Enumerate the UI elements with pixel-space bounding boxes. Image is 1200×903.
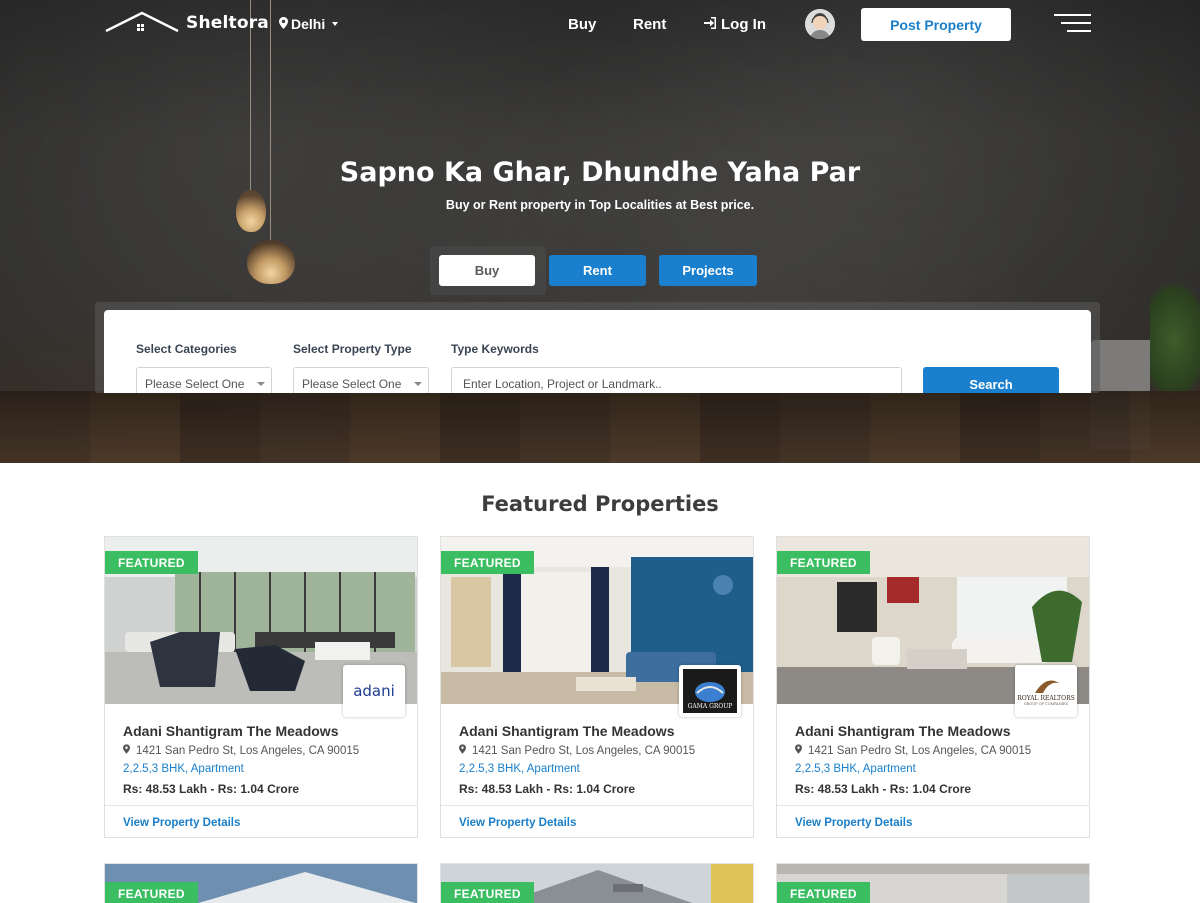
builder-logo: adani xyxy=(343,665,405,717)
featured-badge: FEATURED xyxy=(105,551,198,574)
property-price: Rs: 48.53 Lakh - Rs: 1.04 Crore xyxy=(459,782,636,796)
address-text: 1421 San Pedro St, Los Angeles, CA 90015 xyxy=(472,744,696,757)
property-address: 1421 San Pedro St, Los Angeles, CA 90015 xyxy=(459,744,695,757)
keywords-input[interactable]: Enter Location, Project or Landmark.. xyxy=(451,367,902,393)
property-title[interactable]: Adani Shantigram The Meadows xyxy=(459,723,674,739)
property-title[interactable]: Adani Shantigram The Meadows xyxy=(795,723,1010,739)
property-type: 2,2.5,3 BHK, Apartment xyxy=(123,763,244,775)
view-details-link[interactable]: View Property Details xyxy=(123,817,240,829)
divider xyxy=(777,805,1089,806)
property-address: 1421 San Pedro St, Los Angeles, CA 90015 xyxy=(795,744,1031,757)
address-text: 1421 San Pedro St, Los Angeles, CA 90015 xyxy=(808,744,1032,757)
city-selector[interactable]: Delhi xyxy=(279,16,339,32)
chevron-down-icon xyxy=(414,382,422,386)
map-pin-icon xyxy=(459,744,466,757)
property-price: Rs: 48.53 Lakh - Rs: 1.04 Crore xyxy=(123,782,300,796)
divider xyxy=(105,805,417,806)
tab-rent[interactable]: Rent xyxy=(549,255,646,286)
view-details-link[interactable]: View Property Details xyxy=(795,817,912,829)
property-card[interactable]: FEATURED xyxy=(440,863,754,903)
address-text: 1421 San Pedro St, Los Angeles, CA 90015 xyxy=(136,744,360,757)
property-type-select-value: Please Select One xyxy=(302,377,402,391)
hamburger-menu-icon[interactable] xyxy=(1054,14,1091,34)
city-label: Delhi xyxy=(291,16,326,32)
hero-section: Sheltora Delhi Buy Rent Log In Post Prop… xyxy=(0,0,1200,463)
property-type-label: Select Property Type xyxy=(293,342,412,356)
nav-login-link[interactable]: Log In xyxy=(704,16,766,33)
top-nav: Sheltora Delhi Buy Rent Log In Post Prop… xyxy=(0,0,1200,48)
map-pin-icon xyxy=(795,744,802,757)
plant xyxy=(1150,280,1200,400)
search-button[interactable]: Search xyxy=(923,367,1059,393)
chevron-down-icon xyxy=(332,22,339,26)
map-pin-icon xyxy=(123,744,130,757)
property-card[interactable]: FEATURED GAMA GROUP Adani Shantigram The… xyxy=(440,536,754,838)
builder-logo-text: ROYAL REALTORS xyxy=(1017,694,1075,702)
brand-name: Sheltora xyxy=(186,13,269,33)
builder-logo: ROYAL REALTORS GROUP OF COMPANIES xyxy=(1015,665,1077,717)
keywords-label: Type Keywords xyxy=(451,342,539,356)
builder-logo-text: GAMA GROUP xyxy=(687,703,733,710)
home-roof-logo-icon xyxy=(104,11,180,35)
property-card[interactable]: FEATURED adani Adani Shantigram The Mead… xyxy=(104,536,418,838)
logo[interactable]: Sheltora xyxy=(104,11,269,35)
hero-headline: Sapno Ka Ghar, Dhundhe Yaha Par xyxy=(339,157,861,188)
builder-logo-text: adani xyxy=(353,682,395,700)
gama-logo-mark: GAMA GROUP xyxy=(683,669,737,713)
property-type-select[interactable]: Please Select One xyxy=(293,367,429,393)
floor xyxy=(0,391,1200,463)
featured-badge: FEATURED xyxy=(777,551,870,574)
builder-logo: GAMA GROUP xyxy=(679,665,741,717)
post-property-button[interactable]: Post Property xyxy=(861,8,1011,41)
featured-badge: FEATURED xyxy=(441,551,534,574)
nav-buy-link[interactable]: Buy xyxy=(568,16,596,33)
login-label: Log In xyxy=(721,16,766,33)
divider xyxy=(441,805,753,806)
property-card[interactable]: FEATURED ROYAL REALTORS GROUP OF COMPANI… xyxy=(776,536,1090,838)
nav-rent-link[interactable]: Rent xyxy=(633,16,666,33)
property-price: Rs: 48.53 Lakh - Rs: 1.04 Crore xyxy=(795,782,972,796)
property-address: 1421 San Pedro St, Los Angeles, CA 90015 xyxy=(123,744,359,757)
featured-title: Featured Properties xyxy=(481,492,719,516)
avatar-headset-icon[interactable] xyxy=(805,9,835,39)
builder-logo-subtext: GROUP OF COMPANIES xyxy=(1023,701,1069,706)
chevron-down-icon xyxy=(257,382,265,386)
property-title[interactable]: Adani Shantigram The Meadows xyxy=(123,723,338,739)
view-details-link[interactable]: View Property Details xyxy=(459,817,576,829)
property-type: 2,2.5,3 BHK, Apartment xyxy=(795,763,916,775)
login-icon xyxy=(704,16,716,33)
pendant-lamp xyxy=(247,240,295,284)
property-type: 2,2.5,3 BHK, Apartment xyxy=(459,763,580,775)
search-panel: Select Categories Please Select One Sele… xyxy=(104,310,1091,393)
categories-label: Select Categories xyxy=(136,342,237,356)
royal-logo-mark: ROYAL REALTORS GROUP OF COMPANIES xyxy=(1017,677,1075,706)
categories-select[interactable]: Please Select One xyxy=(136,367,272,393)
tab-buy[interactable]: Buy xyxy=(439,255,535,286)
hero-subline: Buy or Rent property in Top Localities a… xyxy=(445,198,755,212)
property-card[interactable]: FEATURED xyxy=(104,863,418,903)
map-pin-icon xyxy=(279,16,288,32)
categories-select-value: Please Select One xyxy=(145,377,245,391)
property-card[interactable]: FEATURED xyxy=(776,863,1090,903)
tab-projects[interactable]: Projects xyxy=(659,255,757,286)
